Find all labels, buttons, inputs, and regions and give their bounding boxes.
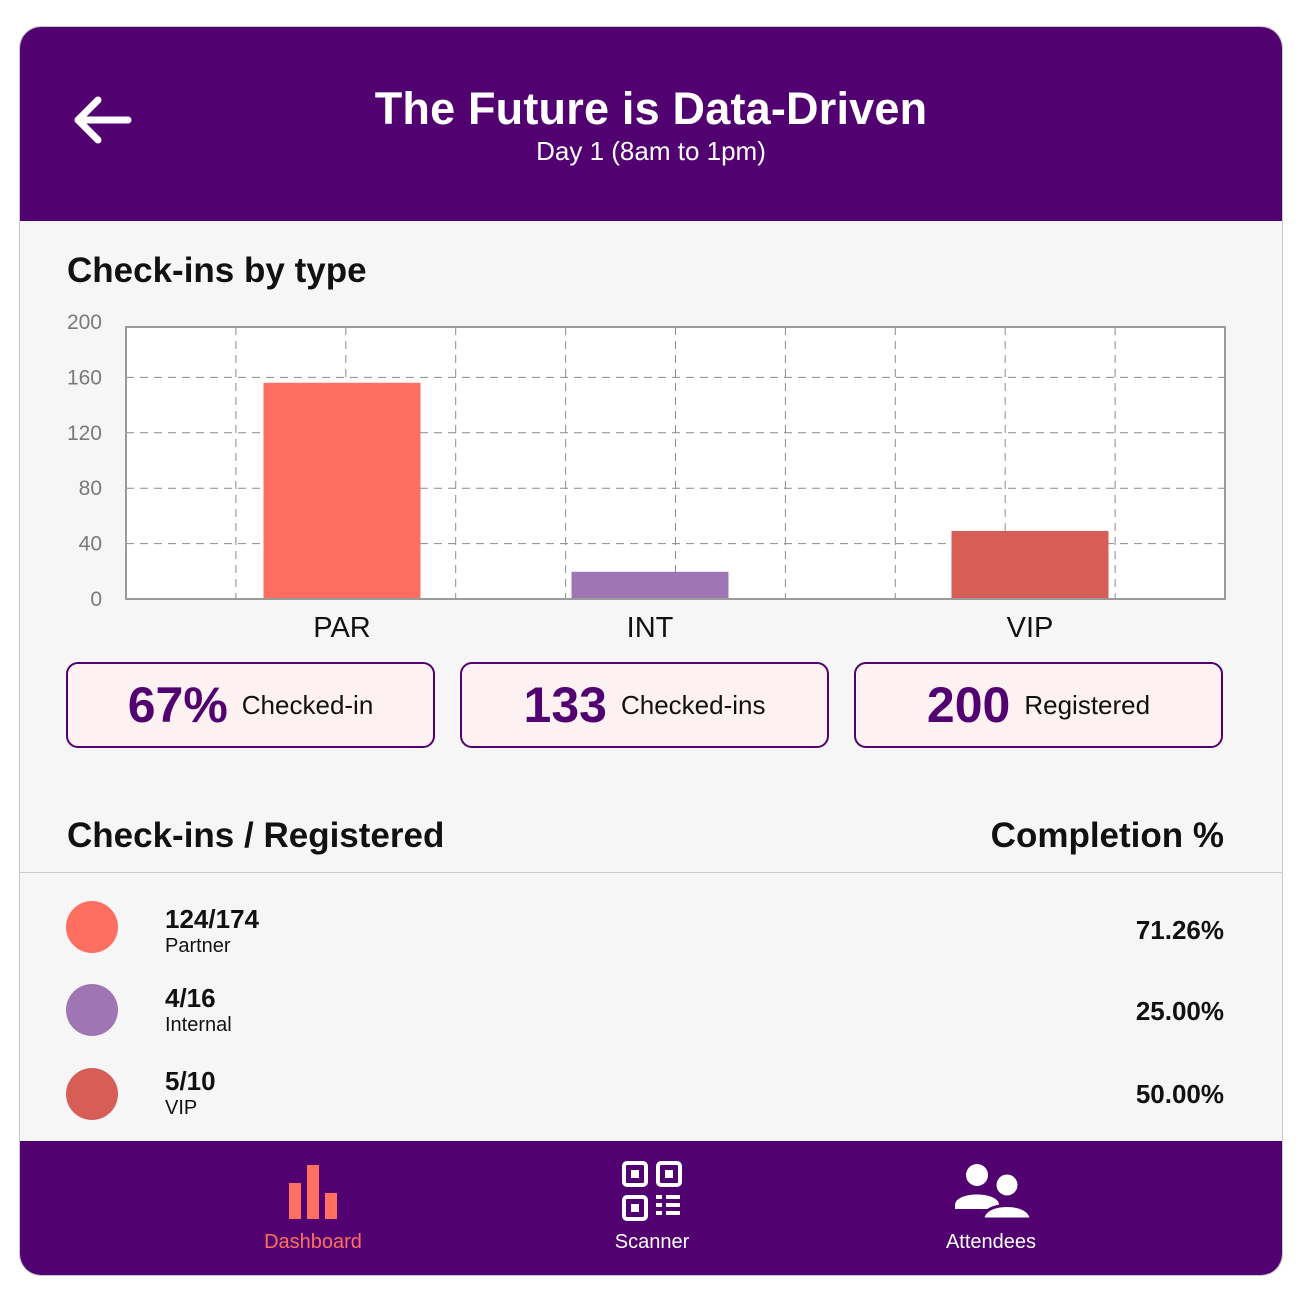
y-tick-label: 120	[67, 422, 102, 445]
x-tick-label: VIP	[1007, 612, 1054, 644]
row-count: 124/174	[165, 904, 259, 934]
row-name: VIP	[165, 1097, 198, 1119]
people-icon	[955, 1164, 1031, 1221]
list-item-vip: 5/10 VIP 50.00%	[20, 1055, 1282, 1125]
stat-value: 67%	[127, 677, 228, 733]
stat-label: Registered	[1024, 689, 1151, 720]
y-tick-label: 200	[67, 311, 102, 334]
nav-item-attendees[interactable]: Attendees	[891, 1141, 1091, 1275]
y-tick-label: 160	[67, 366, 102, 389]
stat-label: Checked-ins	[620, 689, 766, 720]
bar-par	[263, 382, 421, 599]
row-percent: 50.00%	[1135, 1079, 1224, 1109]
completion-heading: Completion %	[990, 816, 1224, 855]
bottom-nav: Dashboard Scanner Attendees	[20, 1141, 1282, 1275]
x-tick-label: INT	[627, 612, 674, 644]
plot-area	[126, 327, 1225, 599]
stat-card-registered: 200 Registered	[854, 662, 1223, 748]
qr-code-icon	[622, 1161, 682, 1221]
event-subtitle: Day 1 (8am to 1pm)	[536, 136, 766, 166]
stat-value: 200	[926, 677, 1011, 733]
stat-label: Checked-in	[241, 689, 374, 720]
stat-card-percent: 67% Checked-in	[66, 662, 435, 748]
row-percent: 71.26%	[1135, 915, 1224, 945]
row-name: Internal	[165, 1014, 232, 1036]
row-percent: 25.00%	[1135, 996, 1224, 1026]
checkins-by-type-title: Check-ins by type	[67, 251, 367, 290]
y-tick-label: 40	[79, 533, 102, 556]
checkins-registered-heading: Check-ins / Registered	[67, 816, 445, 855]
nav-label: Scanner	[614, 1231, 690, 1253]
nav-label: Dashboard	[264, 1231, 362, 1253]
list-item-internal: 4/16 Internal 25.00%	[20, 972, 1282, 1042]
bar-chart-icon	[289, 1165, 337, 1219]
stat-card-checkins: 133 Checked-ins	[460, 662, 829, 748]
app-frame: The Future is Data-Driven Day 1 (8am to …	[19, 26, 1283, 1276]
row-name: Partner	[165, 935, 231, 957]
bar-vip	[951, 531, 1109, 599]
row-count: 5/10	[165, 1066, 216, 1096]
nav-label: Attendees	[945, 1231, 1037, 1253]
divider	[20, 872, 1282, 873]
list-item-partner: 124/174 Partner 71.26%	[20, 893, 1282, 963]
legend-dot	[66, 901, 118, 953]
y-tick-label: 80	[79, 477, 102, 500]
header-bar: The Future is Data-Driven Day 1 (8am to …	[20, 27, 1282, 221]
x-tick-label: PAR	[313, 612, 370, 644]
y-tick-label: 0	[90, 588, 102, 611]
nav-item-dashboard[interactable]: Dashboard	[213, 1141, 413, 1275]
row-count: 4/16	[165, 983, 216, 1013]
plot-border	[125, 326, 1226, 600]
legend-dot	[66, 1068, 118, 1120]
bar-int	[571, 571, 729, 599]
legend-dot	[66, 984, 118, 1036]
stat-value: 133	[523, 677, 607, 733]
event-title: The Future is Data-Driven	[374, 83, 928, 134]
nav-item-scanner[interactable]: Scanner	[552, 1141, 752, 1275]
